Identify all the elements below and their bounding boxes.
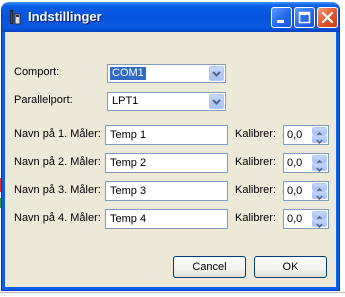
- parallelport-value: LPT1: [112, 95, 139, 107]
- background-fragment: [0, 292, 345, 293]
- spin-down-button[interactable]: [312, 163, 327, 173]
- spin-down-button[interactable]: [312, 191, 327, 201]
- meter-4-name-input[interactable]: Temp 4: [105, 209, 228, 229]
- meter-3-calib-spinner[interactable]: 0,0: [283, 181, 329, 201]
- chevron-down-icon: [212, 71, 221, 77]
- window-title: Indstillinger: [28, 9, 102, 24]
- meter-3-calib-label: Kalibrer:: [235, 184, 276, 196]
- chevron-down-icon: [316, 139, 323, 145]
- meter-3-name-input[interactable]: Temp 3: [105, 181, 228, 201]
- spin-up-button[interactable]: [312, 127, 327, 137]
- comport-value: COM1: [110, 67, 146, 80]
- minimize-icon: [277, 20, 284, 23]
- meter-1-label: Navn på 1. Måler:: [14, 128, 101, 140]
- cancel-button[interactable]: Cancel: [173, 256, 246, 278]
- close-icon: [321, 11, 334, 24]
- settings-dialog: Indstillinger Comport: COM1 Parallelport…: [1, 2, 340, 291]
- meter-1-calib-label: Kalibrer:: [235, 128, 276, 140]
- meter-1-calib-value: 0,0: [287, 129, 303, 141]
- meter-4-calib-spinner[interactable]: 0,0: [283, 209, 329, 229]
- meter-4-label: Navn på 4. Måler:: [14, 212, 101, 224]
- parallelport-select[interactable]: LPT1: [107, 92, 226, 111]
- close-button[interactable]: [317, 7, 338, 28]
- meter-2-name-input[interactable]: Temp 2: [105, 153, 228, 173]
- chevron-down-icon: [316, 167, 323, 173]
- app-icon: [8, 9, 24, 25]
- spin-up-button[interactable]: [312, 211, 327, 221]
- meter-2-calib-value: 0,0: [287, 157, 303, 169]
- chevron-down-icon: [316, 195, 323, 201]
- maximize-icon: [298, 11, 311, 24]
- meter-2-calib-spinner[interactable]: 0,0: [283, 153, 329, 173]
- parallelport-label: Parallelport:: [14, 94, 73, 106]
- maximize-button[interactable]: [294, 7, 315, 28]
- meter-4-calib-label: Kalibrer:: [235, 212, 276, 224]
- spin-down-button[interactable]: [312, 219, 327, 229]
- meter-1-calib-spinner[interactable]: 0,0: [283, 125, 329, 145]
- spin-up-button[interactable]: [312, 155, 327, 165]
- meter-4-calib-value: 0,0: [287, 213, 303, 225]
- comport-label: Comport:: [14, 66, 60, 78]
- meter-3-label: Navn på 3. Måler:: [14, 184, 101, 196]
- chevron-down-icon: [212, 99, 221, 105]
- dropdown-button[interactable]: [209, 94, 224, 109]
- ok-button[interactable]: OK: [254, 256, 327, 278]
- spin-up-button[interactable]: [312, 183, 327, 193]
- meter-1-name-input[interactable]: Temp 1: [105, 125, 228, 145]
- title-bar[interactable]: Indstillinger: [2, 2, 339, 32]
- dropdown-button[interactable]: [209, 66, 224, 81]
- meter-2-calib-label: Kalibrer:: [235, 156, 276, 168]
- spin-down-button[interactable]: [312, 135, 327, 145]
- minimize-button[interactable]: [271, 7, 292, 28]
- chevron-down-icon: [316, 223, 323, 229]
- meter-2-label: Navn på 2. Måler:: [14, 156, 101, 168]
- comport-select[interactable]: COM1: [107, 64, 226, 83]
- meter-3-calib-value: 0,0: [287, 185, 303, 197]
